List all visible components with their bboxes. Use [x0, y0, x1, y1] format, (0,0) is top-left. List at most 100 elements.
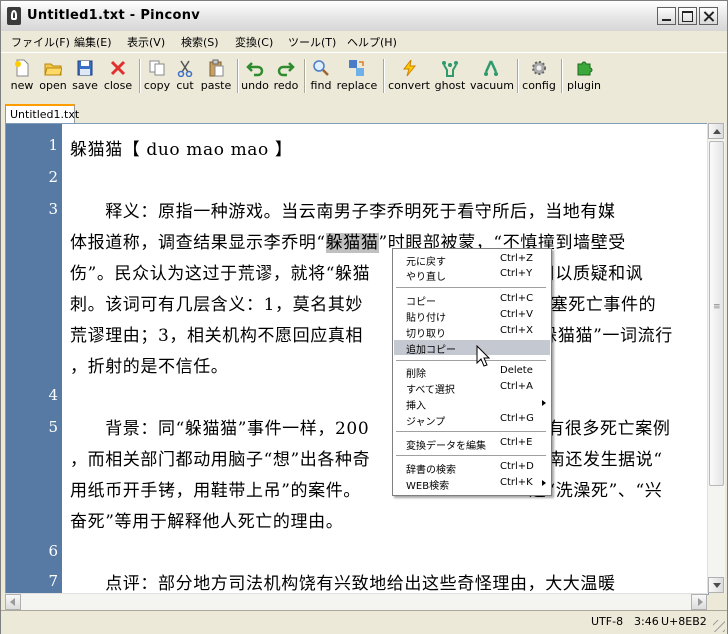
ctx-copy[interactable]: コピー Ctrl+C — [394, 292, 550, 308]
toolbar: new open save close copy cut paste undo … — [1, 52, 727, 100]
menu-search[interactable]: 検索(S) — [181, 34, 219, 50]
menu-separator — [396, 431, 546, 432]
editor-line: 刺。该词可有几层含义：1，莫名其妙 搪塞死亡事件的 — [70, 295, 657, 315]
ctx-redo[interactable]: やり直し Ctrl+Y — [394, 267, 550, 283]
plugin-button[interactable]: plugin — [566, 57, 602, 97]
line-number: 1 — [48, 136, 58, 154]
puzzle-icon — [577, 61, 593, 76]
tab-untitled1[interactable]: Untitled1.txt — [5, 104, 79, 123]
submenu-arrow-icon — [542, 480, 546, 486]
vacuum-button[interactable]: vacuum — [470, 57, 514, 97]
ctx-paste[interactable]: 貼り付け Ctrl+V — [394, 308, 550, 324]
context-menu: 元に戻す Ctrl+Z やり直し Ctrl+Y コピー Ctrl+C 貼り付け Ctrl… — [392, 248, 552, 496]
window-title: Untitled1.txt - Pinconv — [27, 8, 201, 23]
scroll-down-button[interactable] — [708, 577, 724, 593]
scroll-thumb[interactable] — [709, 141, 724, 486]
lightning-icon — [402, 59, 417, 77]
paste-button[interactable]: paste — [199, 57, 233, 97]
menu-bar: ファイル(F) 編集(E) 表示(V) 検索(S) 変換(C) ツール(T) ヘ… — [1, 31, 727, 51]
resize-grip[interactable] — [713, 620, 725, 632]
vacuum-icon — [484, 60, 498, 76]
editor-line: 释义：原指一种游戏。当云南男子李乔明死于看守所后，当地有媒 — [70, 202, 616, 222]
copy-button[interactable]: copy — [143, 57, 171, 97]
maximize-button[interactable] — [678, 7, 697, 25]
menu-separator — [396, 455, 546, 456]
gear-icon — [532, 61, 546, 75]
menu-tools[interactable]: ツール(T) — [288, 34, 336, 50]
toolbar-separator — [383, 59, 385, 93]
redo-button[interactable]: redo — [273, 57, 299, 97]
application-window: Untitled1.txt - Pinconv ファイル(F) 編集(E) 表示… — [0, 0, 728, 634]
text-selection: 躲猫猫 — [325, 233, 379, 253]
line-number: 5 — [48, 418, 58, 436]
ghost-button[interactable]: ghost — [434, 57, 466, 97]
ctx-select-all[interactable]: すべて選択 Ctrl+A — [394, 380, 550, 396]
ctx-web-search[interactable]: WEB検索 Ctrl+K — [394, 476, 550, 492]
ghost-icon — [442, 61, 458, 77]
replace-button[interactable]: replace — [336, 57, 378, 97]
title-bar[interactable]: Untitled1.txt - Pinconv — [1, 1, 727, 32]
scissors-icon — [177, 60, 193, 77]
ctx-undo[interactable]: 元に戻す Ctrl+Z — [394, 252, 550, 268]
convert-button[interactable]: convert — [388, 57, 430, 97]
menu-separator — [396, 360, 546, 361]
find-button[interactable]: find — [308, 57, 334, 97]
editor-line: 点评：部分地方司法机构饶有兴致地给出这些奇怪理由，大大温暖 — [70, 574, 616, 594]
menu-view[interactable]: 表示(V) — [127, 34, 165, 50]
replace-icon — [349, 60, 364, 76]
redo-arrow-icon — [277, 62, 295, 77]
editor-line: 背景：同“躲猫猫”事件一样，200 有很多死亡案例 — [70, 419, 671, 439]
editor-line: 伤”。民众认为这过于荒谬，就将“躲猫 汇用以质疑和讽 — [70, 264, 644, 284]
ctx-delete[interactable]: 削除 Delete — [394, 364, 550, 380]
menu-edit[interactable]: 編集(E) — [74, 34, 112, 50]
ctx-jump[interactable]: ジャンプ Ctrl+G — [394, 412, 550, 428]
cut-button[interactable]: cut — [175, 57, 195, 97]
line-number: 6 — [48, 542, 58, 560]
scroll-up-button[interactable] — [708, 123, 724, 139]
close-button[interactable]: close — [103, 57, 133, 97]
editor-line: 奋死”等用于解释他人死亡的理由。 — [70, 512, 344, 532]
menu-help[interactable]: ヘルプ(H) — [347, 34, 397, 50]
new-file-icon — [15, 59, 29, 77]
ctx-edit-conversion-data[interactable]: 変換データを編集 Ctrl+E — [394, 436, 550, 452]
line-number: 4 — [48, 386, 58, 404]
open-folder-icon — [44, 63, 62, 76]
save-button[interactable]: save — [71, 57, 99, 97]
toolbar-separator — [561, 59, 563, 93]
menu-convert[interactable]: 変換(C) — [235, 34, 273, 50]
config-button[interactable]: config — [522, 57, 556, 97]
vertical-scrollbar[interactable] — [707, 123, 725, 593]
editor-line: ，而相关部门都动用脑子“想”出各种奇 云南还发生据说“ — [70, 450, 663, 470]
floppy-disk-icon — [77, 60, 93, 76]
line-number: 2 — [48, 168, 58, 186]
scroll-left-button[interactable] — [5, 594, 21, 610]
toolbar-separator — [139, 59, 141, 93]
new-button[interactable]: new — [9, 57, 35, 97]
ctx-dictionary-search[interactable]: 辞書の検索 Ctrl+D — [394, 460, 550, 476]
undo-button[interactable]: undo — [241, 57, 269, 97]
submenu-arrow-icon — [542, 400, 546, 406]
unicode-codepoint: U+8EB2 — [661, 615, 707, 628]
minimize-button[interactable] — [657, 7, 676, 25]
line-number: 3 — [48, 200, 58, 218]
ctx-insert[interactable]: 挿入 — [394, 396, 550, 412]
clipboard-icon — [209, 59, 224, 77]
magnifier-icon — [313, 60, 329, 76]
editor-line: 用纸币开手铐，用鞋带上吊”的案件。 过“洗澡死”、“兴 — [70, 481, 663, 501]
close-window-button[interactable] — [699, 7, 718, 25]
status-bar: UTF-8 3:46 U+8EB2 — [1, 610, 727, 634]
line-number-gutter: 1 2 3 4 5 6 7 — [6, 124, 62, 594]
cursor-position: 3:46 — [634, 615, 659, 628]
horizontal-scrollbar[interactable] — [5, 593, 707, 610]
close-x-icon — [110, 60, 126, 76]
menu-separator — [396, 287, 546, 288]
app-icon[interactable] — [7, 7, 21, 25]
ctx-cut[interactable]: 切り取り Ctrl+X — [394, 324, 550, 340]
open-button[interactable]: open — [39, 57, 67, 97]
menu-file[interactable]: ファイル(F) — [11, 34, 70, 50]
toolbar-separator — [517, 59, 519, 93]
mouse-pointer-icon — [476, 345, 490, 367]
scroll-right-button[interactable] — [691, 594, 707, 610]
text-editor[interactable]: 1 2 3 4 5 6 7 躲猫猫【 duo mao mao 】 释义：原指一种… — [5, 123, 709, 595]
ctx-append-copy[interactable]: 追加コピー — [394, 340, 550, 356]
